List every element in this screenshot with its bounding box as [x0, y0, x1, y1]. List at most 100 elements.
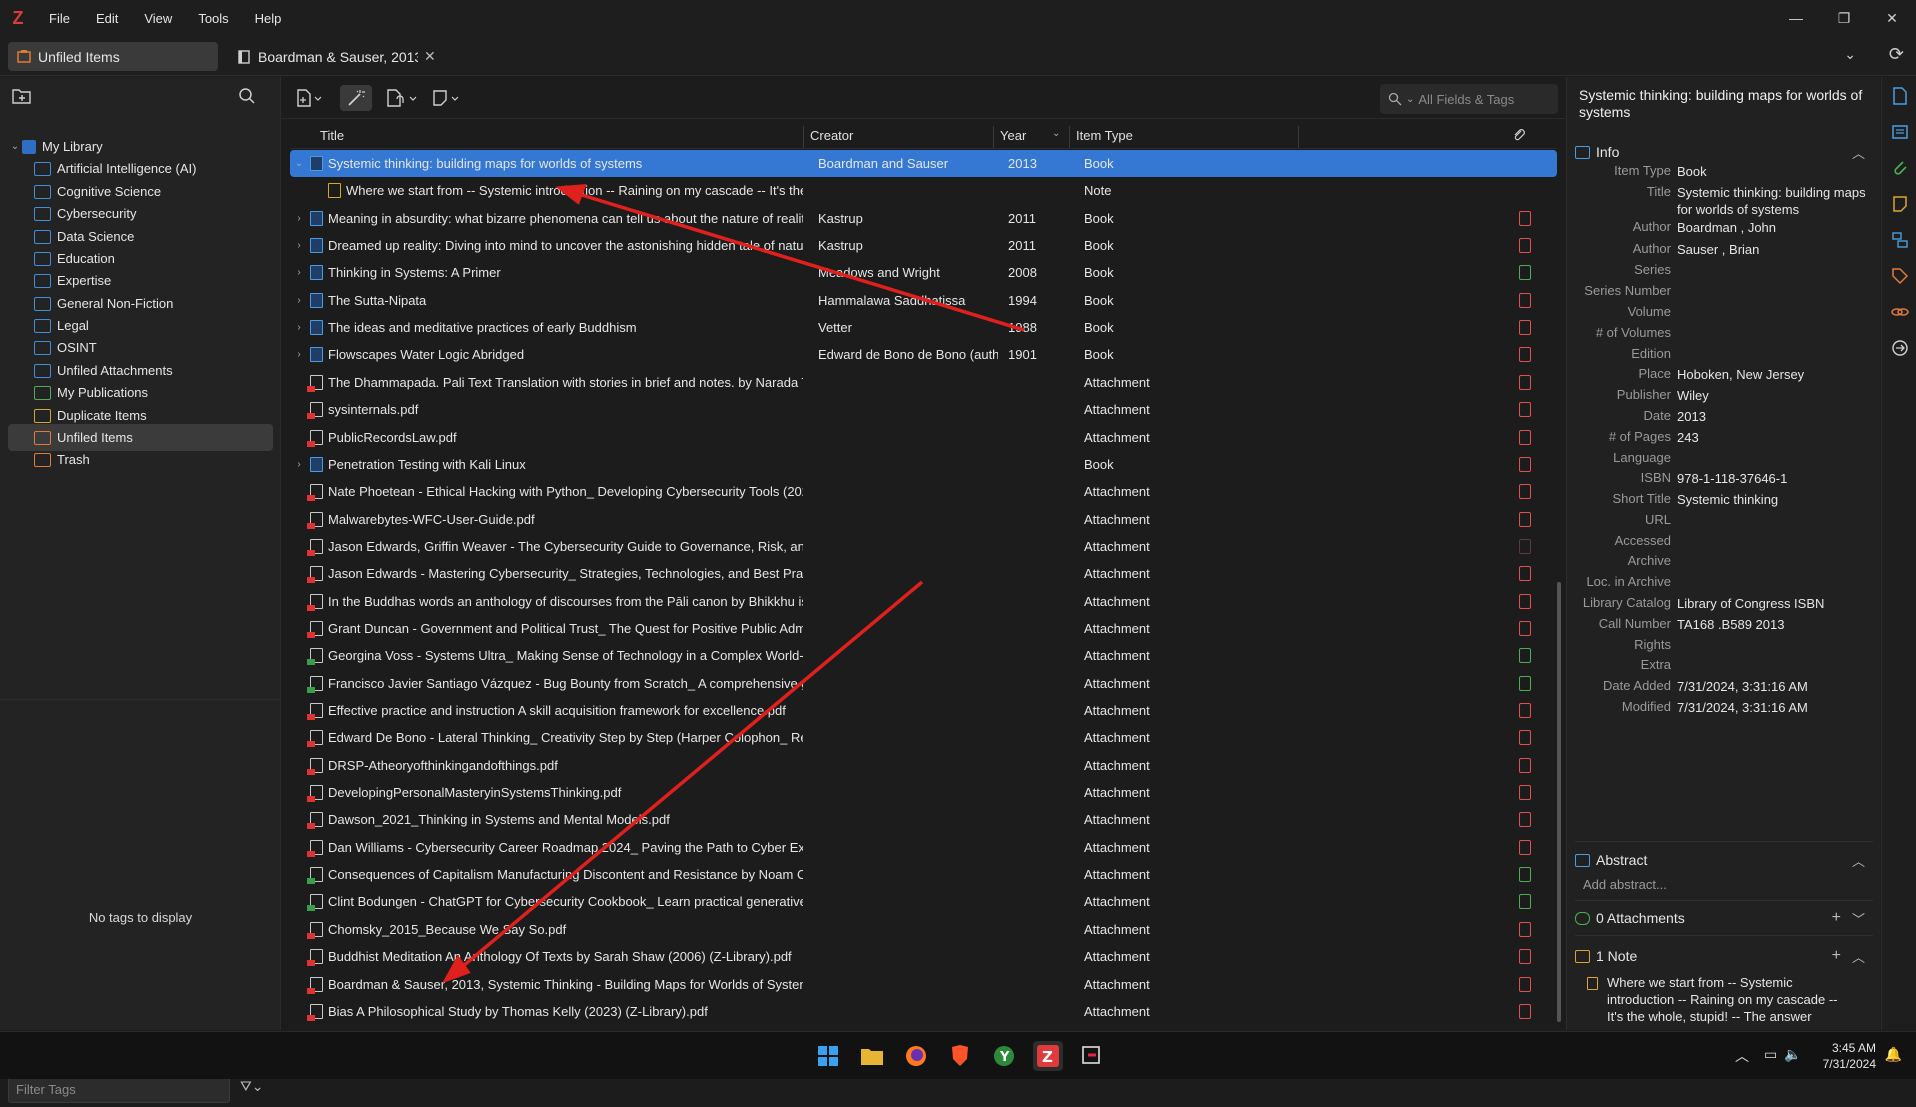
- pdf-attachment-icon[interactable]: [1519, 347, 1531, 363]
- volume-icon[interactable]: 🔈: [1784, 1046, 1801, 1063]
- item-row[interactable]: The Dhammapada. Pali Text Translation wi…: [290, 369, 1557, 396]
- pdf-attachment-icon[interactable]: [1519, 812, 1531, 828]
- menu-help[interactable]: Help: [242, 11, 295, 26]
- pdf-attachment-icon[interactable]: [1519, 620, 1531, 636]
- item-row[interactable]: Nate Phoetean - Ethical Hacking with Pyt…: [290, 478, 1557, 505]
- pdf-attachment-icon[interactable]: [1519, 456, 1531, 472]
- field-value[interactable]: 243: [1677, 429, 1872, 446]
- notes-section-header[interactable]: 1 Note + ︿: [1575, 943, 1873, 969]
- firefox-icon[interactable]: [901, 1041, 931, 1071]
- abstract-field[interactable]: Add abstract...: [1583, 877, 1897, 892]
- related-nav-icon[interactable]: [1891, 303, 1909, 321]
- epub-attachment-icon[interactable]: [1519, 675, 1531, 691]
- field-value[interactable]: 2013: [1677, 408, 1872, 425]
- chevron-down-icon[interactable]: ⌄: [8, 141, 22, 152]
- item-row[interactable]: › Dreamed up reality: Diving into mind to…: [290, 232, 1557, 259]
- tags-nav-icon[interactable]: [1891, 267, 1909, 285]
- tab-library[interactable]: Unfiled Items: [8, 42, 218, 71]
- add-icon[interactable]: +: [1832, 909, 1841, 927]
- item-row[interactable]: › Meaning in absurdity: what bizarre phen…: [290, 205, 1557, 232]
- item-row[interactable]: Dan Williams - Cybersecurity Career Road…: [290, 834, 1557, 861]
- pdf-attachment-icon[interactable]: [1519, 921, 1531, 937]
- field-value[interactable]: TA168 .B589 2013: [1677, 616, 1872, 633]
- item-row[interactable]: Clint Bodungen - ChatGPT for Cybersecuri…: [290, 888, 1557, 915]
- close-button[interactable]: ✕: [1868, 0, 1916, 36]
- item-row[interactable]: In the Buddhas words an anthology of dis…: [290, 588, 1557, 615]
- new-collection-icon[interactable]: [12, 87, 32, 108]
- column-separator[interactable]: [993, 126, 994, 148]
- minimize-button[interactable]: —: [1772, 0, 1820, 36]
- info-nav-icon[interactable]: [1891, 87, 1909, 105]
- column-year[interactable]: Year: [1000, 128, 1026, 143]
- pdf-attachment-icon[interactable]: [1519, 703, 1531, 718]
- item-row[interactable]: › The Sutta-Nipata Hammalawa Saddhatissa 19…: [290, 287, 1557, 314]
- twisty-chevron-icon[interactable]: ›: [292, 213, 306, 224]
- chevron-up-icon[interactable]: ︿: [1735, 1046, 1749, 1066]
- item-row[interactable]: Bias A Philosophical Study by Thomas Kel…: [290, 998, 1557, 1025]
- menu-view[interactable]: View: [131, 11, 185, 26]
- epub-attachment-icon[interactable]: [1519, 265, 1531, 281]
- chevron-up-icon[interactable]: ︿: [1852, 143, 1865, 162]
- column-separator[interactable]: [803, 126, 804, 148]
- scrollbar[interactable]: [1557, 582, 1561, 1022]
- item-row[interactable]: › The ideas and meditative practices of e…: [290, 314, 1557, 341]
- twisty-chevron-icon[interactable]: ›: [292, 349, 306, 360]
- libraries-collections-nav-icon[interactable]: [1891, 231, 1909, 249]
- menu-edit[interactable]: Edit: [83, 11, 131, 26]
- filter-tags-input[interactable]: Filter Tags: [8, 1075, 230, 1103]
- network-icon[interactable]: ▭: [1764, 1046, 1777, 1063]
- item-row[interactable]: › Penetration Testing with Kali Linux Book: [290, 451, 1557, 478]
- pdf-attachment-icon[interactable]: [1519, 292, 1531, 308]
- search-input[interactable]: ⌄ All Fields & Tags: [1380, 84, 1558, 114]
- item-row[interactable]: Dawson_2021_Thinking in Systems and Ment…: [290, 806, 1557, 833]
- taskbar-clock[interactable]: 3:45 AM 7/31/2024: [1823, 1040, 1876, 1072]
- item-row[interactable]: PublicRecordsLaw.pdf Attachment: [290, 424, 1557, 451]
- pdf-attachment-icon[interactable]: [1519, 566, 1531, 582]
- filter-icon[interactable]: ⛛⌄: [240, 1078, 264, 1095]
- item-row[interactable]: Edward De Bono - Lateral Thinking_ Creat…: [290, 724, 1557, 751]
- item-row[interactable]: Buddhist Meditation An Anthology Of Text…: [290, 943, 1557, 970]
- twisty-chevron-icon[interactable]: ›: [292, 322, 306, 333]
- item-row[interactable]: DevelopingPersonalMasteryinSystemsThinki…: [290, 779, 1557, 806]
- item-row[interactable]: Georgina Voss - Systems Ultra_ Making Se…: [290, 642, 1557, 669]
- field-value[interactable]: Systemic thinking: [1677, 491, 1872, 508]
- attachments-nav-icon[interactable]: [1891, 159, 1909, 177]
- item-row[interactable]: Consequences of Capitalism Manufacturing…: [290, 861, 1557, 888]
- yandex-icon[interactable]: Y: [989, 1041, 1019, 1071]
- windows-start-icon[interactable]: [813, 1041, 843, 1071]
- magic-wand-icon[interactable]: [340, 85, 372, 111]
- item-row[interactable]: Boardman & Sauser, 2013, Systemic Thinki…: [290, 971, 1557, 998]
- item-row[interactable]: › Thinking in Systems: A Primer Meadows an…: [290, 259, 1557, 286]
- collection-trash[interactable]: Trash: [0, 446, 281, 473]
- chevron-down-icon[interactable]: ⌄: [1844, 46, 1856, 63]
- pdf-attachment-icon[interactable]: [1519, 374, 1531, 390]
- pdf-attachment-icon[interactable]: [1519, 839, 1531, 855]
- child-note-row[interactable]: Where we start from -- Systemic introduc…: [290, 177, 1557, 204]
- chevron-down-icon[interactable]: ﹀: [1852, 909, 1865, 928]
- item-row[interactable]: Effective practice and instruction A ski…: [290, 697, 1557, 724]
- pdf-attachment-icon[interactable]: [1519, 1003, 1531, 1019]
- column-creator[interactable]: Creator: [810, 128, 853, 143]
- item-row[interactable]: DRSP-Atheoryofthinkingandofthings.pdf Att…: [290, 752, 1557, 779]
- pdf-attachment-icon[interactable]: [1519, 320, 1531, 336]
- pdf-attachment-icon[interactable]: [1519, 538, 1531, 554]
- field-value[interactable]: Wiley: [1677, 387, 1872, 404]
- close-tab-icon[interactable]: ✕: [424, 48, 436, 65]
- twisty-chevron-icon[interactable]: ⌄: [292, 158, 306, 169]
- new-note-icon[interactable]: [432, 85, 462, 111]
- epub-attachment-icon[interactable]: [1519, 648, 1531, 664]
- item-row[interactable]: sysinternals.pdf Attachment: [290, 396, 1557, 423]
- item-row[interactable]: › Flowscapes Water Logic Abridged Edward d…: [290, 341, 1557, 368]
- column-title[interactable]: Title: [320, 128, 344, 143]
- search-mode-chevron-icon[interactable]: ⌄: [1406, 94, 1414, 105]
- notes-nav-icon[interactable]: [1891, 195, 1909, 213]
- pdf-attachment-icon[interactable]: [1519, 402, 1531, 418]
- field-value[interactable]: Boardman , John: [1677, 219, 1872, 236]
- item-row[interactable]: Grant Duncan - Government and Political …: [290, 615, 1557, 642]
- field-value[interactable]: Systemic thinking: building maps for wor…: [1677, 184, 1872, 218]
- field-value[interactable]: Book: [1677, 163, 1872, 180]
- pdf-attachment-icon[interactable]: [1519, 238, 1531, 254]
- file-explorer-icon[interactable]: [857, 1041, 887, 1071]
- add-icon[interactable]: +: [1832, 947, 1841, 965]
- chevron-up-icon[interactable]: ︿: [1852, 947, 1865, 966]
